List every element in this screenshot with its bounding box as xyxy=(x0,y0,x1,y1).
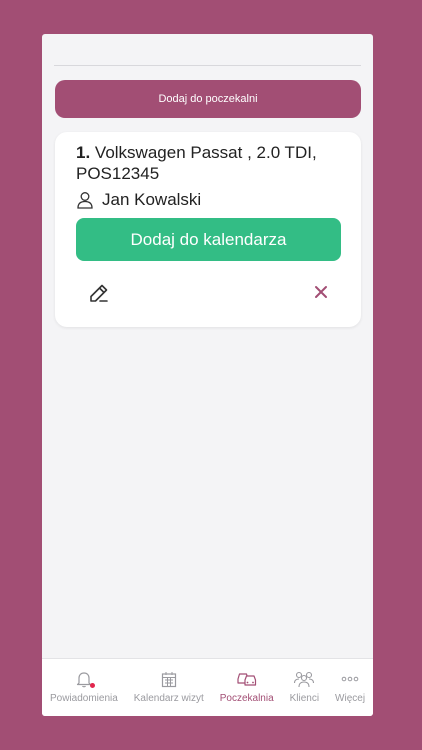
client-row: Jan Kowalski xyxy=(76,190,201,210)
bottom-navigation: Powiadomienia Kalendarz wizyt Poczekalni… xyxy=(42,658,373,716)
nav-label-waiting-room: Poczekalnia xyxy=(219,693,274,704)
nav-label-notifications: Powiadomienia xyxy=(49,693,118,704)
waiting-card: 1. Volkswagen Passat , 2.0 TDI, POS12345… xyxy=(55,132,361,327)
vehicle-description: Volkswagen Passat , 2.0 TDI, POS12345 xyxy=(76,143,317,183)
add-to-calendar-label: Dodaj do kalendarza xyxy=(130,229,287,249)
cars-icon xyxy=(237,673,256,686)
add-to-calendar-button[interactable]: Dodaj do kalendarza xyxy=(76,218,341,261)
notification-dot xyxy=(89,683,95,688)
vehicle-title: 1. Volkswagen Passat , 2.0 TDI, POS12345 xyxy=(76,142,326,184)
client-name: Jan Kowalski xyxy=(102,190,202,209)
edit-icon[interactable] xyxy=(88,282,110,304)
nav-label-clients: Klienci xyxy=(289,693,320,704)
user-icon xyxy=(77,192,93,209)
nav-item-notifications[interactable]: Powiadomienia xyxy=(42,659,126,716)
nav-label-more: Więcej xyxy=(335,693,366,704)
close-icon[interactable] xyxy=(312,283,330,301)
add-to-waiting-room-button[interactable]: Dodaj do poczekalni xyxy=(55,80,361,118)
calendar-icon xyxy=(161,671,176,687)
nav-label-calendar: Kalendarz wizyt xyxy=(133,693,204,704)
top-bar xyxy=(54,34,361,66)
nav-item-clients[interactable]: Klienci xyxy=(282,659,327,716)
app-screen: Dodaj do poczekalni 1. Volkswagen Passat… xyxy=(42,34,373,716)
people-icon xyxy=(294,671,315,688)
nav-item-calendar[interactable]: Kalendarz wizyt xyxy=(126,659,212,716)
nav-item-waiting-room[interactable]: Poczekalnia xyxy=(212,659,282,716)
more-icon xyxy=(341,676,359,682)
nav-item-more[interactable]: Więcej xyxy=(327,659,373,716)
card-number: 1. xyxy=(76,143,91,162)
add-to-waiting-room-label: Dodaj do poczekalni xyxy=(158,93,258,105)
